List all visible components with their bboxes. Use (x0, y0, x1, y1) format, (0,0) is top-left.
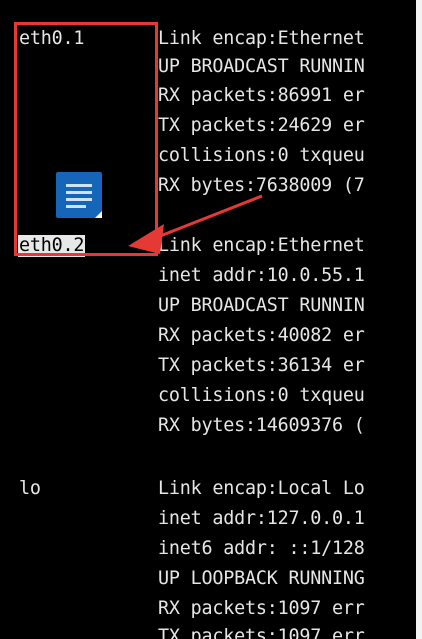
window-edge (416, 0, 422, 639)
terminal-output: eth0.1 Link encap:Ethernet UP BROADCAST … (0, 0, 416, 639)
annotation-arrow-icon (128, 194, 263, 254)
